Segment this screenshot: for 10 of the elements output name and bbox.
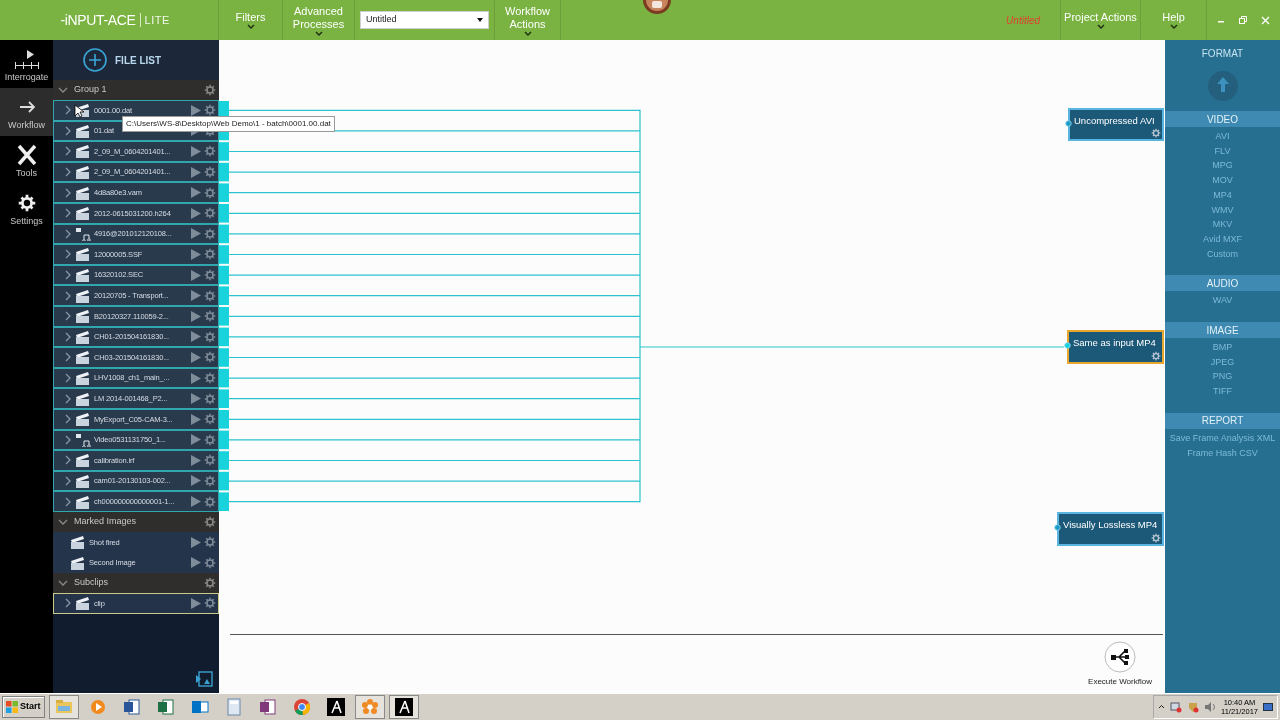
file-list-title: FILE LIST	[115, 53, 162, 68]
format-section-header: VIDEO	[1165, 111, 1280, 127]
project-name: Untitled	[1006, 13, 1040, 28]
app-edition: LITE	[144, 12, 170, 28]
format-title: FORMAT	[1200, 47, 1245, 61]
format-section-header: REPORT	[1165, 412, 1280, 429]
app-logo: -iNPUT-ACE	[60, 10, 136, 30]
format-section-header: AUDIO	[1165, 275, 1280, 292]
file-path-tooltip: C:\Users\WS-8\Desktop\Web Demo\1 - batch\0001.00.dat	[122, 116, 335, 132]
format-section-header: IMAGE	[1165, 322, 1280, 339]
